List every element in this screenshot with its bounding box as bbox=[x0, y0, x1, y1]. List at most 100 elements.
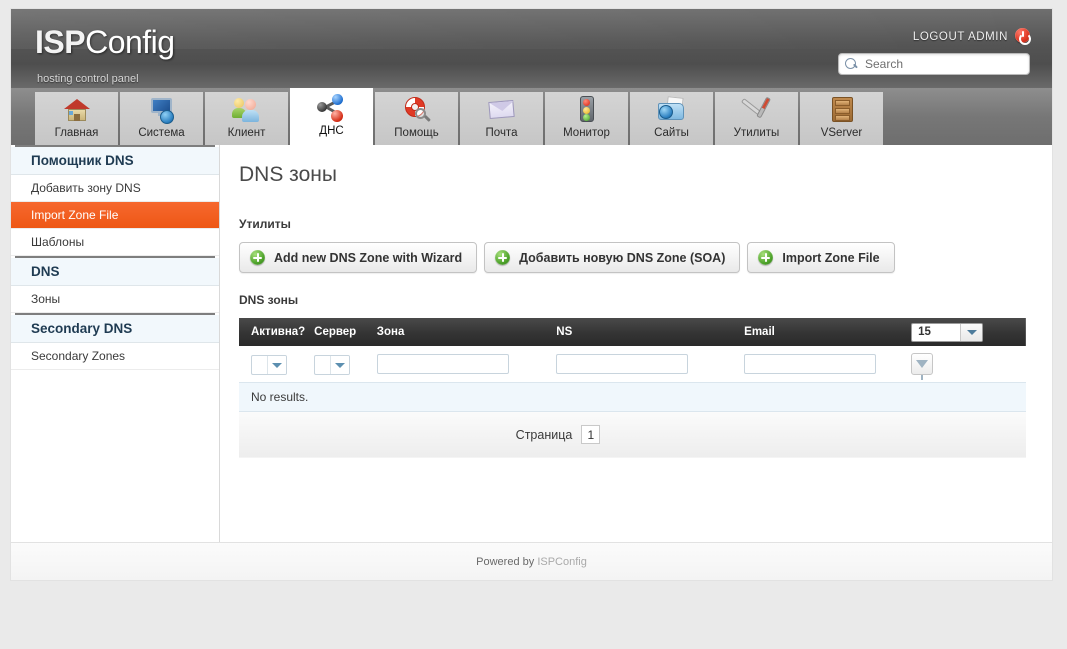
sidebar-item-secondary-zones[interactable]: Secondary Zones bbox=[11, 343, 219, 370]
tab-glavnaya[interactable]: Главная bbox=[35, 92, 118, 145]
filter-ns-input[interactable] bbox=[556, 353, 689, 374]
column-header-active[interactable]: Активна? bbox=[239, 318, 314, 346]
table-pagination-row: Страница 1 bbox=[239, 411, 1026, 458]
per-page-select[interactable]: 15 bbox=[911, 322, 984, 342]
home-icon bbox=[62, 96, 92, 125]
main-content: DNS зоны Утилиты Add new DNS Zone with W… bbox=[220, 145, 1052, 580]
filter-cell-active bbox=[239, 346, 314, 382]
tab-label: Монитор bbox=[563, 127, 610, 139]
tab-pomosch[interactable]: Помощь bbox=[375, 92, 458, 145]
dns-zones-table: Активна? Сервер Зона NS Email 15 No resu… bbox=[239, 318, 1026, 458]
add-dns-zone-soa-button[interactable]: Добавить новую DNS Zone (SOA) bbox=[484, 242, 741, 273]
filter-cell-ns bbox=[556, 346, 744, 382]
tab-label: Система bbox=[138, 127, 185, 139]
page-title: DNS зоны bbox=[239, 163, 337, 186]
column-header-ns[interactable]: NS bbox=[556, 318, 744, 346]
filter-email-input[interactable] bbox=[744, 353, 877, 374]
footer-prefix: Powered by bbox=[476, 555, 538, 568]
app-header: ISPConfig hosting control panel LOGOUT A… bbox=[11, 9, 1052, 88]
body-wrapper: Помощник DNS Добавить зону DNS Import Zo… bbox=[11, 145, 1052, 580]
button-label: Добавить новую DNS Zone (SOA) bbox=[519, 250, 726, 265]
utilities-label: Утилиты bbox=[239, 217, 291, 231]
sidebar-item-zones[interactable]: Зоны bbox=[11, 286, 219, 313]
tab-label: Клиент bbox=[227, 127, 266, 139]
tab-klient[interactable]: Клиент bbox=[205, 92, 288, 145]
chevron-down-icon bbox=[267, 356, 286, 375]
sidebar-item-add-dns-zone[interactable]: Добавить зону DNS bbox=[11, 175, 219, 202]
button-label: Add new DNS Zone with Wizard bbox=[274, 250, 463, 265]
plus-icon bbox=[495, 250, 511, 265]
help-icon bbox=[402, 96, 432, 125]
monitor-icon bbox=[572, 96, 602, 125]
tab-dns[interactable]: ДНС bbox=[290, 88, 373, 145]
filter-active-select[interactable] bbox=[251, 355, 287, 376]
sidebar-group-dns-wizard: Помощник DNS bbox=[11, 147, 219, 175]
app-footer: Powered by ISPConfig bbox=[11, 542, 1052, 580]
filter-cell-action bbox=[911, 346, 1026, 382]
chevron-down-icon bbox=[330, 356, 350, 375]
funnel-icon bbox=[916, 359, 929, 380]
filter-cell-email bbox=[744, 346, 911, 382]
tab-label: Утилиты bbox=[733, 127, 780, 139]
button-label: Import Zone File bbox=[782, 250, 880, 265]
tab-label: Почта bbox=[485, 127, 518, 139]
app-logo: ISPConfig bbox=[35, 24, 175, 61]
tab-label: ДНС bbox=[319, 125, 344, 137]
clients-icon bbox=[231, 96, 262, 125]
empty-message: No results. bbox=[239, 381, 1026, 412]
pagination: Страница 1 bbox=[240, 425, 1026, 445]
logout-link[interactable]: LOGOUT ADMIN bbox=[913, 31, 1008, 43]
sidebar-item-import-zone-file[interactable]: Import Zone File bbox=[11, 202, 219, 229]
plus-icon bbox=[250, 250, 265, 265]
tab-label: Главная bbox=[54, 127, 99, 139]
tab-vserver[interactable]: VServer bbox=[800, 92, 883, 145]
table-empty-row: No results. bbox=[239, 381, 1026, 412]
table-label: DNS зоны bbox=[239, 293, 299, 307]
tab-monitor[interactable]: Монитор bbox=[545, 92, 628, 145]
filter-cell-server bbox=[314, 346, 377, 382]
action-button-row: Add new DNS Zone with Wizard Добавить но… bbox=[239, 242, 1026, 273]
tab-sistema[interactable]: Система bbox=[120, 92, 203, 145]
search-input[interactable] bbox=[863, 56, 1013, 72]
tab-utility[interactable]: Утилиты bbox=[715, 92, 798, 145]
column-header-zone[interactable]: Зона bbox=[377, 318, 557, 346]
add-dns-zone-wizard-button[interactable]: Add new DNS Zone with Wizard bbox=[239, 242, 478, 273]
app-tagline: hosting control panel bbox=[37, 73, 139, 85]
table-filter-row bbox=[239, 346, 1026, 382]
column-header-per-page: 15 bbox=[911, 318, 1026, 346]
column-header-email[interactable]: Email bbox=[744, 318, 911, 346]
system-icon bbox=[147, 96, 177, 125]
table-header-row: Активна? Сервер Зона NS Email 15 bbox=[239, 318, 1026, 346]
import-zone-file-button[interactable]: Import Zone File bbox=[747, 242, 895, 273]
pagination-label: Страница bbox=[515, 427, 573, 442]
apply-filter-button[interactable] bbox=[911, 352, 934, 380]
per-page-value: 15 bbox=[918, 326, 931, 338]
column-header-server[interactable]: Сервер bbox=[314, 318, 377, 346]
tab-label: Помощь bbox=[394, 127, 439, 139]
logo-config: Config bbox=[85, 24, 175, 60]
search-box[interactable] bbox=[838, 53, 1030, 75]
filter-zone-input[interactable] bbox=[376, 353, 509, 374]
power-icon[interactable] bbox=[1015, 28, 1031, 45]
mail-icon bbox=[487, 96, 517, 125]
pagination-current-page[interactable]: 1 bbox=[581, 425, 601, 445]
plus-icon bbox=[758, 250, 774, 265]
tab-pochta[interactable]: Почта bbox=[460, 92, 543, 145]
tab-sayty[interactable]: Сайты bbox=[630, 92, 713, 145]
sidebar-group-dns: DNS bbox=[11, 258, 219, 286]
filter-cell-zone bbox=[376, 346, 557, 382]
tab-label: VServer bbox=[820, 127, 863, 139]
footer-text: Powered by ISPConfig bbox=[476, 556, 587, 568]
app-window: ISPConfig hosting control panel LOGOUT A… bbox=[11, 9, 1052, 580]
vserver-icon bbox=[827, 96, 857, 125]
sidebar: Помощник DNS Добавить зону DNS Import Zo… bbox=[11, 145, 220, 580]
logo-isp: ISP bbox=[35, 24, 86, 60]
filter-server-select[interactable] bbox=[314, 355, 351, 376]
main-navigation-tabs: Главная Система Клиент ДНС Помощь Почта … bbox=[11, 88, 1052, 145]
tab-label: Сайты bbox=[654, 127, 689, 139]
sidebar-group-secondary-dns: Secondary DNS bbox=[11, 315, 219, 343]
sidebar-item-templates[interactable]: Шаблоны bbox=[11, 229, 219, 256]
tools-icon bbox=[740, 96, 772, 125]
sites-icon bbox=[657, 96, 687, 125]
chevron-down-icon bbox=[960, 323, 983, 341]
